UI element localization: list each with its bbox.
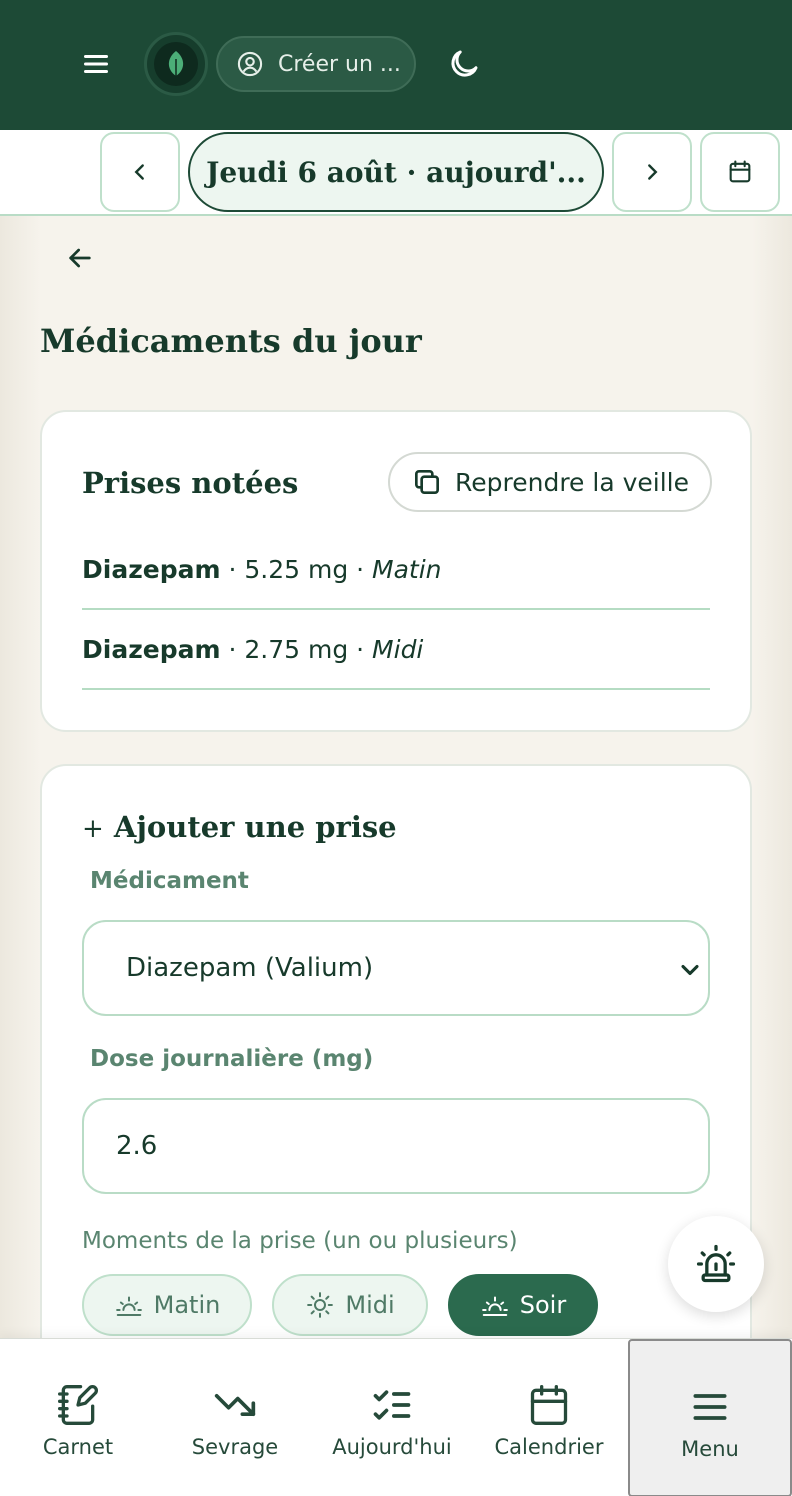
list-item: Diazepam · 2.75 mg · Midi [82,610,710,690]
back-arrow-icon[interactable] [64,242,96,274]
sunset-icon [481,1296,508,1316]
add-dose-title-text: Ajouter une prise [113,810,397,844]
open-calendar-button[interactable] [700,132,780,212]
dose-input-value: 2.6 [116,1131,158,1161]
page-title: Médicaments du jour [40,322,422,360]
taken-doses-title: Prises notées [82,466,299,500]
emergency-alarm-button[interactable] [668,1216,764,1312]
dose-medication: Diazepam [82,634,221,664]
taken-doses-card: Prises notées Reprendre la veille Diazep… [40,410,752,732]
notebook-pen-icon [58,1385,98,1425]
plus-icon: + [82,814,104,844]
trending-down-icon [214,1394,256,1416]
separator: · [348,634,373,664]
user-circle-icon [237,51,263,77]
current-date-pill[interactable]: Jeudi 6 août · aujourd'... [188,132,604,212]
next-day-button[interactable] [612,132,692,212]
separator: · [220,634,245,664]
moment-chip-label: Soir [519,1291,567,1319]
nav-label: Sevrage [191,1435,279,1459]
dose-amount: 2.75 mg [244,634,349,664]
menu-icon[interactable] [78,46,114,82]
nav-label: Carnet [42,1435,114,1459]
dose-label: Dose journalière (mg) [90,1046,374,1072]
calendar-icon [530,1385,568,1425]
app-logo[interactable] [144,32,208,96]
create-account-button[interactable]: Créer un ... [216,36,416,92]
medication-label: Médicament [90,868,249,894]
date-navigation: Jeudi 6 août · aujourd'... [0,130,792,216]
dose-amount: 5.25 mg [244,554,349,584]
menu-icon [693,1394,727,1420]
moments-label: Moments de la prise (un ou plusieurs) [82,1228,518,1254]
dose-input[interactable]: 2.6 [82,1098,710,1194]
moment-chip-matin[interactable]: Matin [82,1274,252,1336]
app-header: Créer un ... [0,0,792,130]
separator: · [220,554,245,584]
dose-medication: Diazepam [82,554,221,584]
medication-select-value: Diazepam (Valium) [126,953,374,983]
calendar-icon [729,160,751,183]
account-label: Créer un ... [278,51,401,77]
nav-label: Calendrier [494,1435,604,1459]
chevron-down-icon [681,964,699,976]
dose-moment: Midi [372,634,424,664]
copy-previous-day-label: Reprendre la veille [455,467,689,497]
moment-chip-label: Midi [345,1291,395,1319]
list-checks-icon [373,1390,411,1420]
moment-chip-midi[interactable]: Midi [272,1274,428,1336]
previous-day-button[interactable] [100,132,180,212]
nav-label: Menu [681,1437,739,1461]
bottom-navigation: Carnet Sevrage Aujourd'hui Calendrier Me… [0,1338,792,1496]
dose-moment: Matin [372,554,442,584]
nav-label: Aujourd'hui [332,1435,452,1459]
sunrise-icon [115,1296,142,1316]
moon-icon[interactable] [446,46,482,82]
nav-item-sevrage[interactable]: Sevrage [157,1339,313,1496]
nav-item-menu[interactable]: Menu [628,1339,792,1496]
chevron-left-icon [134,164,144,180]
moment-chip-label: Matin [153,1291,221,1319]
chevron-right-icon [648,164,658,180]
siren-icon [696,1244,736,1283]
medication-select[interactable]: Diazepam (Valium) [82,920,710,1016]
add-dose-card: + Ajouter une prise Médicament Diazepam … [40,764,752,1384]
nav-item-calendrier[interactable]: Calendrier [471,1339,627,1496]
copy-previous-day-button[interactable]: Reprendre la veille [388,452,712,512]
separator: · [348,554,373,584]
moment-chip-soir[interactable]: Soir [448,1274,598,1336]
list-item: Diazepam · 5.25 mg · Matin [82,530,710,610]
nav-item-carnet[interactable]: Carnet [0,1339,156,1496]
main-content: Médicaments du jour Prises notées Repren… [0,216,792,1384]
sun-icon [307,1292,334,1318]
leaf-logo-icon [168,51,184,77]
add-dose-title: + Ajouter une prise [82,810,397,844]
copy-icon [415,470,439,494]
nav-item-aujourdhui[interactable]: Aujourd'hui [314,1339,470,1496]
